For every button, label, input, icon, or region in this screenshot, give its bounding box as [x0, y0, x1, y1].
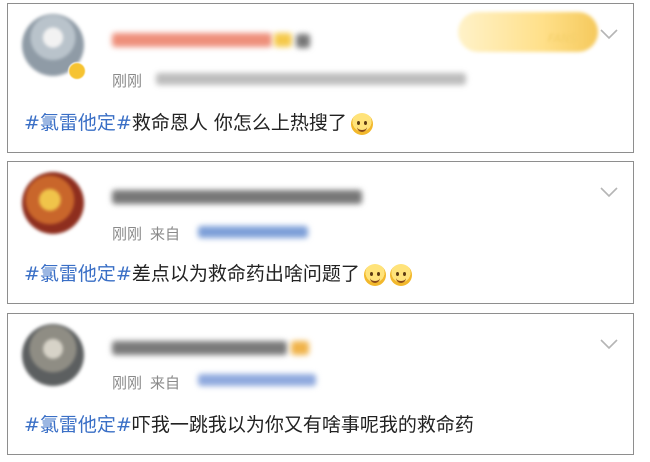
post-meta: 刚刚: [112, 70, 150, 91]
post-time: 刚刚: [112, 72, 143, 90]
topic-link[interactable]: #氯雷他定#: [24, 263, 132, 285]
post-source-blurred[interactable]: [198, 226, 308, 238]
smile-emoji-icon: [389, 263, 412, 286]
comment-card: 刚刚 来自 #氯雷他定#差点以为救命药出啥问题了: [7, 161, 634, 304]
fans-badge-label: FANS: [548, 32, 577, 45]
user-level-icon: [291, 341, 309, 355]
comment-card: 刚刚 来自 #氯雷他定#吓我一跳我以为你又有啥事呢我的救命药: [7, 313, 634, 455]
chevron-down-icon[interactable]: [599, 28, 619, 40]
topic-link[interactable]: #氯雷他定#: [24, 414, 132, 436]
post-content: 差点以为救命药出啥问题了: [131, 263, 360, 285]
post-source-prefix: 来自: [150, 374, 181, 392]
avatar[interactable]: [22, 172, 84, 234]
comment-card: FANS 刚刚 #氯雷他定#救命恩人 你怎么上热搜了: [7, 3, 634, 153]
chevron-down-icon[interactable]: [599, 186, 619, 198]
user-level-icon: [274, 33, 292, 47]
post-text: #氯雷他定#吓我一跳我以为你又有啥事呢我的救命药: [24, 410, 474, 437]
post-text: #氯雷他定#救命恩人 你怎么上热搜了: [24, 108, 373, 135]
topic-link[interactable]: #氯雷他定#: [24, 112, 132, 134]
verified-badge-icon: [68, 62, 86, 80]
avatar[interactable]: [22, 324, 84, 386]
post-time: 刚刚: [112, 225, 143, 243]
post-source-blurred: [156, 73, 466, 85]
post-text: #氯雷他定#差点以为救命药出啥问题了: [24, 259, 412, 286]
username-blurred[interactable]: [112, 190, 362, 204]
post-meta: 刚刚 来自: [112, 223, 188, 244]
post-content: 救命恩人 你怎么上热搜了: [131, 112, 347, 134]
smile-emoji-icon: [363, 263, 386, 286]
username-blurred[interactable]: [112, 341, 287, 355]
post-meta: 刚刚 来自: [112, 372, 188, 393]
post-time: 刚刚: [112, 374, 143, 392]
chevron-down-icon[interactable]: [599, 338, 619, 350]
smile-emoji-icon: [350, 112, 373, 135]
username-blurred[interactable]: [112, 33, 272, 47]
fans-badge: [458, 12, 598, 52]
post-content: 吓我一跳我以为你又有啥事呢我的救命药: [131, 414, 474, 436]
post-source-blurred[interactable]: [198, 374, 316, 386]
user-tag-icon: [296, 34, 310, 48]
post-source-prefix: 来自: [150, 225, 181, 243]
